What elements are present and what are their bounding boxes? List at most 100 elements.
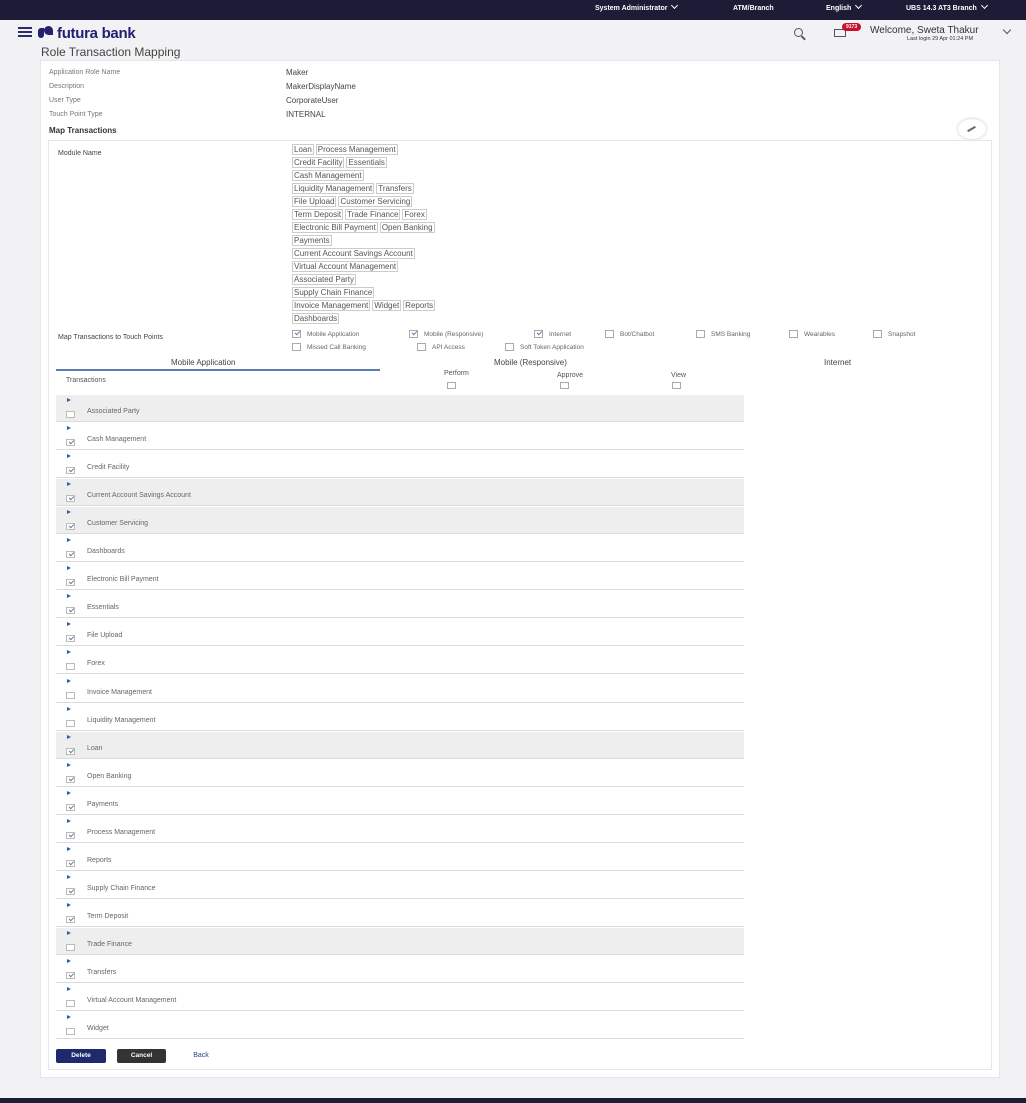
row-checkbox[interactable] xyxy=(66,747,75,755)
touch-point-checkbox[interactable] xyxy=(417,343,426,351)
module-chip[interactable]: Essentials xyxy=(346,157,387,168)
module-chip[interactable]: Liquidity Management xyxy=(292,183,375,194)
tab-mobile-responsive[interactable]: Mobile (Responsive) xyxy=(494,358,567,367)
row-checkbox[interactable] xyxy=(66,859,75,867)
expand-arrow-icon[interactable] xyxy=(67,987,71,992)
row-checkbox[interactable] xyxy=(66,775,75,783)
module-chip[interactable]: Current Account Savings Account xyxy=(292,248,415,259)
row-checkbox[interactable] xyxy=(66,943,75,951)
module-chip[interactable]: Customer Servicing xyxy=(338,196,413,207)
touch-point-checkbox[interactable] xyxy=(696,330,705,338)
expand-arrow-icon[interactable] xyxy=(67,818,71,823)
row-checkbox[interactable] xyxy=(66,972,75,979)
expand-arrow-icon[interactable] xyxy=(67,678,71,683)
row-checkbox[interactable] xyxy=(66,915,75,923)
expand-arrow-icon[interactable] xyxy=(67,762,71,767)
touch-point-checkbox[interactable] xyxy=(292,343,301,351)
module-chip[interactable]: Term Deposit xyxy=(292,209,344,220)
module-chip[interactable]: Invoice Management xyxy=(292,300,371,311)
expand-arrow-icon[interactable] xyxy=(67,790,71,795)
branch-menu[interactable]: ATM/Branch xyxy=(733,5,774,12)
expand-arrow-icon[interactable] xyxy=(67,650,71,655)
row-checkbox[interactable] xyxy=(66,1028,75,1036)
menu-icon[interactable] xyxy=(18,27,32,37)
tab-internet[interactable]: Internet xyxy=(824,358,851,367)
touch-point-checkbox[interactable] xyxy=(873,330,882,338)
touch-point-option[interactable]: Wearables xyxy=(789,330,835,338)
expand-arrow-icon[interactable] xyxy=(67,902,71,907)
touch-point-checkbox[interactable] xyxy=(789,330,798,338)
row-checkbox[interactable] xyxy=(66,887,75,895)
row-checkbox[interactable] xyxy=(66,523,75,531)
entity-menu[interactable]: UBS 14.3 AT3 Branch xyxy=(906,1,988,12)
view-all-checkbox[interactable] xyxy=(672,382,681,389)
expand-arrow-icon[interactable] xyxy=(67,930,71,935)
row-checkbox[interactable] xyxy=(66,439,75,447)
expand-arrow-icon[interactable] xyxy=(67,482,71,487)
expand-arrow-icon[interactable] xyxy=(67,734,71,739)
module-chip[interactable]: Payments xyxy=(292,235,332,246)
row-checkbox[interactable] xyxy=(66,663,75,671)
expand-arrow-icon[interactable] xyxy=(67,846,71,851)
module-chip[interactable]: Forex xyxy=(402,209,427,220)
module-chip[interactable]: Trade Finance xyxy=(345,209,401,220)
tab-mobile-application[interactable]: Mobile Application xyxy=(171,358,235,367)
expand-arrow-icon[interactable] xyxy=(67,1015,71,1020)
row-checkbox[interactable] xyxy=(66,495,75,503)
expand-arrow-icon[interactable] xyxy=(67,959,71,963)
approve-all-checkbox[interactable] xyxy=(560,382,569,389)
expand-arrow-icon[interactable] xyxy=(67,510,71,515)
row-checkbox[interactable] xyxy=(66,579,75,587)
expand-arrow-icon[interactable] xyxy=(67,594,71,599)
touch-point-option[interactable]: API Access xyxy=(417,343,465,351)
module-chip[interactable]: Loan xyxy=(292,144,314,155)
row-checkbox[interactable] xyxy=(66,691,75,699)
perform-all-checkbox[interactable] xyxy=(447,382,456,389)
touch-point-checkbox[interactable] xyxy=(409,330,418,338)
row-checkbox[interactable] xyxy=(66,719,75,727)
touch-point-checkbox[interactable] xyxy=(534,330,543,338)
touch-point-option[interactable]: Missed Call Banking xyxy=(292,343,366,351)
module-chip[interactable]: Cash Management xyxy=(292,170,364,181)
module-chip[interactable]: Supply Chain Finance xyxy=(292,287,375,298)
delete-button[interactable]: Delete xyxy=(56,1049,106,1063)
row-checkbox[interactable] xyxy=(66,551,75,559)
row-checkbox[interactable] xyxy=(66,635,75,643)
touch-point-checkbox[interactable] xyxy=(605,330,614,338)
expand-arrow-icon[interactable] xyxy=(67,874,71,879)
touch-point-option[interactable]: SMS Banking xyxy=(696,330,750,338)
cancel-button[interactable]: Cancel xyxy=(117,1049,166,1063)
expand-arrow-icon[interactable] xyxy=(67,566,71,571)
chevron-down-icon[interactable] xyxy=(1002,25,1012,35)
row-checkbox[interactable] xyxy=(66,803,75,811)
row-checkbox[interactable] xyxy=(66,607,75,615)
expand-arrow-icon[interactable] xyxy=(67,426,71,431)
expand-arrow-icon[interactable] xyxy=(67,538,71,543)
language-menu[interactable]: English xyxy=(826,1,863,12)
module-chip[interactable]: Electronic Bill Payment xyxy=(292,222,378,233)
module-chip[interactable]: Reports xyxy=(403,300,436,311)
touch-point-option[interactable]: Mobile (Responsive) xyxy=(409,330,483,338)
touch-point-option[interactable]: Snapshot xyxy=(873,330,915,338)
row-checkbox[interactable] xyxy=(66,831,75,839)
touch-point-option[interactable]: Bot/Chatbot xyxy=(605,330,654,338)
expand-arrow-icon[interactable] xyxy=(67,706,71,711)
touch-point-option[interactable]: Soft Token Application xyxy=(505,343,584,351)
module-chip[interactable]: Widget xyxy=(372,300,402,311)
expand-arrow-icon[interactable] xyxy=(67,398,71,402)
module-chip[interactable]: Credit Facility xyxy=(292,157,345,168)
expand-arrow-icon[interactable] xyxy=(67,622,71,627)
back-button[interactable]: Back xyxy=(186,1049,216,1063)
touch-point-checkbox[interactable] xyxy=(505,343,514,351)
module-chip[interactable]: Transfers xyxy=(376,183,414,194)
module-chip[interactable]: Open Banking xyxy=(379,222,435,233)
edit-icon[interactable] xyxy=(958,119,986,139)
brand-logo[interactable]: futura bank xyxy=(38,24,136,42)
row-checkbox[interactable] xyxy=(66,411,75,418)
row-checkbox[interactable] xyxy=(66,1000,75,1008)
welcome-text[interactable]: Welcome, Sweta Thakur xyxy=(870,25,979,36)
module-chip[interactable]: Process Management xyxy=(315,144,398,155)
touch-point-option[interactable]: Mobile Application xyxy=(292,330,359,338)
module-chip[interactable]: File Upload xyxy=(292,196,337,207)
touch-point-checkbox[interactable] xyxy=(292,330,301,338)
